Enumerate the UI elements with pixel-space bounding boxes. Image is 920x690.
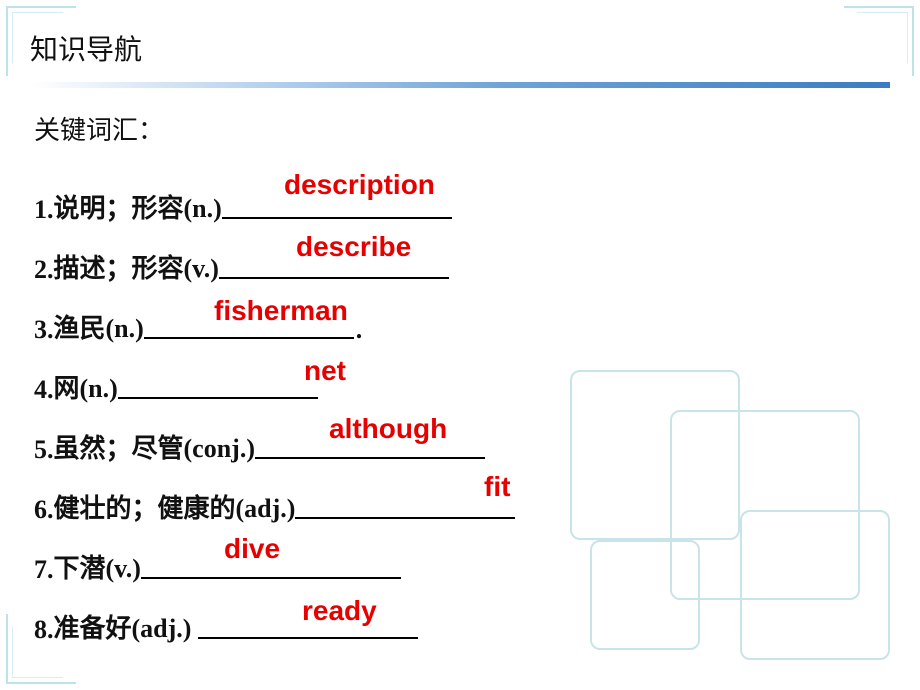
slide: 知识导航 关键词汇： 1. 说明；形容(n.) description 2. 描… <box>0 0 920 690</box>
item-trail: . <box>356 315 363 345</box>
item-prompt: 健壮的；健康的(adj.) <box>54 488 296 525</box>
item-number: 7. <box>34 555 54 585</box>
item-prompt: 下潜(v.) <box>54 548 141 585</box>
blank-line <box>219 277 449 279</box>
blank-line <box>295 517 515 519</box>
item-answer: fisherman <box>214 295 348 327</box>
vocab-list: 1. 说明；形容(n.) description 2. 描述；形容(v.) de… <box>34 165 890 645</box>
item-number: 4. <box>34 375 54 405</box>
list-item: 7. 下潜(v.) dive <box>34 525 890 585</box>
list-item: 3. 渔民(n.) . fisherman <box>34 285 890 345</box>
nav-title: 知识导航 <box>30 28 890 68</box>
item-prompt: 渔民(n.) <box>54 308 144 345</box>
blank-line <box>222 217 452 219</box>
item-answer: describe <box>296 231 411 263</box>
section-heading: 关键词汇： <box>34 110 890 147</box>
item-number: 2. <box>34 255 54 285</box>
item-prompt: 虽然；尽管(conj.) <box>54 428 255 465</box>
list-item: 6. 健壮的；健康的(adj.) fit <box>34 465 890 525</box>
list-item: 8. 准备好(adj.) ready <box>34 585 890 645</box>
item-answer: although <box>329 413 447 445</box>
blank-line <box>144 337 354 339</box>
item-number: 5. <box>34 435 54 465</box>
item-answer: ready <box>302 595 377 627</box>
item-answer: dive <box>224 533 280 565</box>
item-number: 3. <box>34 315 54 345</box>
list-item: 1. 说明；形容(n.) description <box>34 165 890 225</box>
item-answer: description <box>284 169 435 201</box>
item-answer: net <box>304 355 346 387</box>
blank-line <box>255 457 485 459</box>
item-number: 8. <box>34 615 54 645</box>
item-number: 6. <box>34 495 54 525</box>
item-prompt: 网(n.) <box>54 368 118 405</box>
item-answer: fit <box>484 471 510 503</box>
list-item: 2. 描述；形容(v.) describe <box>34 225 890 285</box>
blank-line <box>141 577 401 579</box>
list-item: 5. 虽然；尽管(conj.) although <box>34 405 890 465</box>
blank-line <box>198 637 418 639</box>
divider-bar <box>30 82 890 88</box>
item-number: 1. <box>34 195 54 225</box>
item-prompt: 描述；形容(v.) <box>54 248 219 285</box>
item-prompt: 说明；形容(n.) <box>54 188 222 225</box>
blank-line <box>118 397 318 399</box>
list-item: 4. 网(n.) net <box>34 345 890 405</box>
item-prompt: 准备好(adj.) <box>54 608 198 645</box>
